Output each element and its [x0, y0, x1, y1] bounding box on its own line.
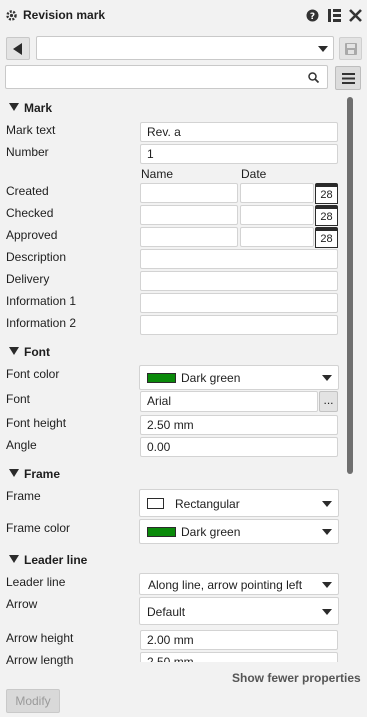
- chevron-down-icon: [322, 609, 332, 615]
- font-color-value: Dark green: [181, 371, 241, 385]
- help-icon[interactable]: ?: [306, 9, 319, 25]
- column-header-name: Name: [141, 167, 174, 181]
- checked-date-input[interactable]: [240, 205, 314, 225]
- collapse-triangle-icon: [9, 466, 19, 480]
- menu-icon: [342, 73, 355, 84]
- back-button[interactable]: [6, 37, 30, 60]
- delivery-input[interactable]: [140, 271, 338, 291]
- section-frame-title: Frame: [24, 467, 61, 481]
- section-mark-title: Mark: [24, 101, 53, 115]
- rectangle-frame-icon: [147, 498, 164, 509]
- options-menu-button[interactable]: [335, 66, 361, 90]
- section-leader-line-header[interactable]: Leader line: [9, 552, 87, 567]
- font-input[interactable]: Arial: [140, 391, 318, 412]
- frame-color-label: Frame color: [6, 521, 71, 535]
- modify-button[interactable]: Modify: [6, 689, 60, 713]
- created-date-input[interactable]: [240, 183, 314, 203]
- section-font-title: Font: [24, 345, 50, 359]
- number-input[interactable]: 1: [140, 144, 338, 164]
- mark-text-input[interactable]: Rev. a: [140, 122, 338, 142]
- arrow-length-label: Arrow length: [6, 653, 74, 667]
- information-2-input[interactable]: [140, 315, 338, 335]
- chevron-down-icon: [322, 529, 332, 535]
- number-label: Number: [6, 145, 49, 159]
- layout-icon[interactable]: [328, 9, 341, 25]
- chevron-down-icon: [322, 375, 332, 381]
- section-leader-line-title: Leader line: [24, 553, 88, 567]
- save-icon: [345, 43, 357, 55]
- font-color-select[interactable]: Dark green: [139, 365, 339, 390]
- frame-value: Rectangular: [175, 497, 240, 511]
- calendar-icon[interactable]: 28: [315, 183, 338, 204]
- created-label: Created: [6, 184, 49, 198]
- arrow-label: Arrow: [6, 597, 38, 611]
- checked-label: Checked: [6, 206, 54, 220]
- frame-color-select[interactable]: Dark green: [139, 519, 339, 544]
- font-height-input[interactable]: 2.50 mm: [140, 415, 338, 435]
- description-label: Description: [6, 250, 67, 264]
- chevron-down-icon: [322, 501, 332, 507]
- calendar-day: 28: [315, 230, 338, 248]
- collapse-triangle-icon: [9, 100, 19, 114]
- calendar-icon[interactable]: 28: [315, 205, 338, 226]
- checked-name-input[interactable]: [140, 205, 238, 225]
- search-icon[interactable]: [308, 72, 319, 83]
- font-browse-button[interactable]: ...: [319, 391, 338, 412]
- scrollbar[interactable]: [347, 97, 353, 660]
- section-mark-header[interactable]: Mark: [9, 100, 52, 115]
- font-label: Font: [6, 392, 31, 406]
- color-swatch: [147, 373, 176, 383]
- arrow-height-label: Arrow height: [6, 631, 74, 645]
- arrow-value: Default: [147, 605, 186, 619]
- section-font-header[interactable]: Font: [9, 344, 50, 359]
- window-title: Revision mark: [23, 8, 106, 22]
- chevron-down-icon: [318, 46, 328, 52]
- arrow-select[interactable]: Default: [139, 597, 339, 625]
- save-button[interactable]: [339, 37, 362, 60]
- approved-name-input[interactable]: [140, 227, 238, 247]
- chevron-down-icon: [322, 582, 332, 588]
- calendar-day: 28: [315, 186, 338, 204]
- arrow-length-input[interactable]: 2.50 mm: [140, 652, 338, 662]
- section-frame-header[interactable]: Frame: [9, 466, 60, 481]
- leader-line-select[interactable]: Along line, arrow pointing left: [139, 573, 339, 595]
- collapse-triangle-icon: [9, 552, 19, 566]
- information-2-label: Information 2: [6, 316, 77, 330]
- information-1-input[interactable]: [140, 293, 338, 313]
- collapse-triangle-icon: [9, 344, 19, 358]
- font-color-label: Font color: [6, 367, 60, 381]
- description-input[interactable]: [140, 249, 338, 269]
- column-header-date: Date: [241, 167, 267, 181]
- color-swatch: [147, 527, 176, 537]
- mark-text-label: Mark text: [6, 123, 56, 137]
- delivery-label: Delivery: [6, 272, 50, 286]
- close-icon[interactable]: [349, 9, 362, 25]
- search-input[interactable]: [10, 66, 290, 86]
- font-height-label: Font height: [6, 416, 67, 430]
- frame-color-value: Dark green: [181, 525, 241, 539]
- leader-line-label: Leader line: [6, 575, 66, 589]
- title-bar: Revision mark ?: [0, 0, 367, 32]
- gear-icon[interactable]: [5, 9, 18, 25]
- approved-date-input[interactable]: [240, 227, 314, 247]
- angle-label: Angle: [6, 438, 37, 452]
- calendar-icon[interactable]: 28: [315, 227, 338, 248]
- created-name-input[interactable]: [140, 183, 238, 203]
- information-1-label: Information 1: [6, 294, 77, 308]
- show-fewer-properties-link[interactable]: Show fewer properties: [232, 671, 361, 685]
- angle-input[interactable]: 0.00: [140, 437, 338, 457]
- preset-select[interactable]: [36, 36, 334, 60]
- svg-text:?: ?: [310, 12, 315, 22]
- search-field[interactable]: [5, 65, 328, 89]
- leader-line-value: Along line, arrow pointing left: [148, 578, 303, 592]
- scrollbar-thumb[interactable]: [347, 97, 353, 474]
- approved-label: Approved: [6, 228, 58, 242]
- frame-label: Frame: [6, 489, 41, 503]
- arrow-height-input[interactable]: 2.00 mm: [140, 630, 338, 650]
- calendar-day: 28: [315, 208, 338, 226]
- arrow-left-icon: [13, 43, 22, 55]
- frame-select[interactable]: Rectangular: [139, 489, 339, 517]
